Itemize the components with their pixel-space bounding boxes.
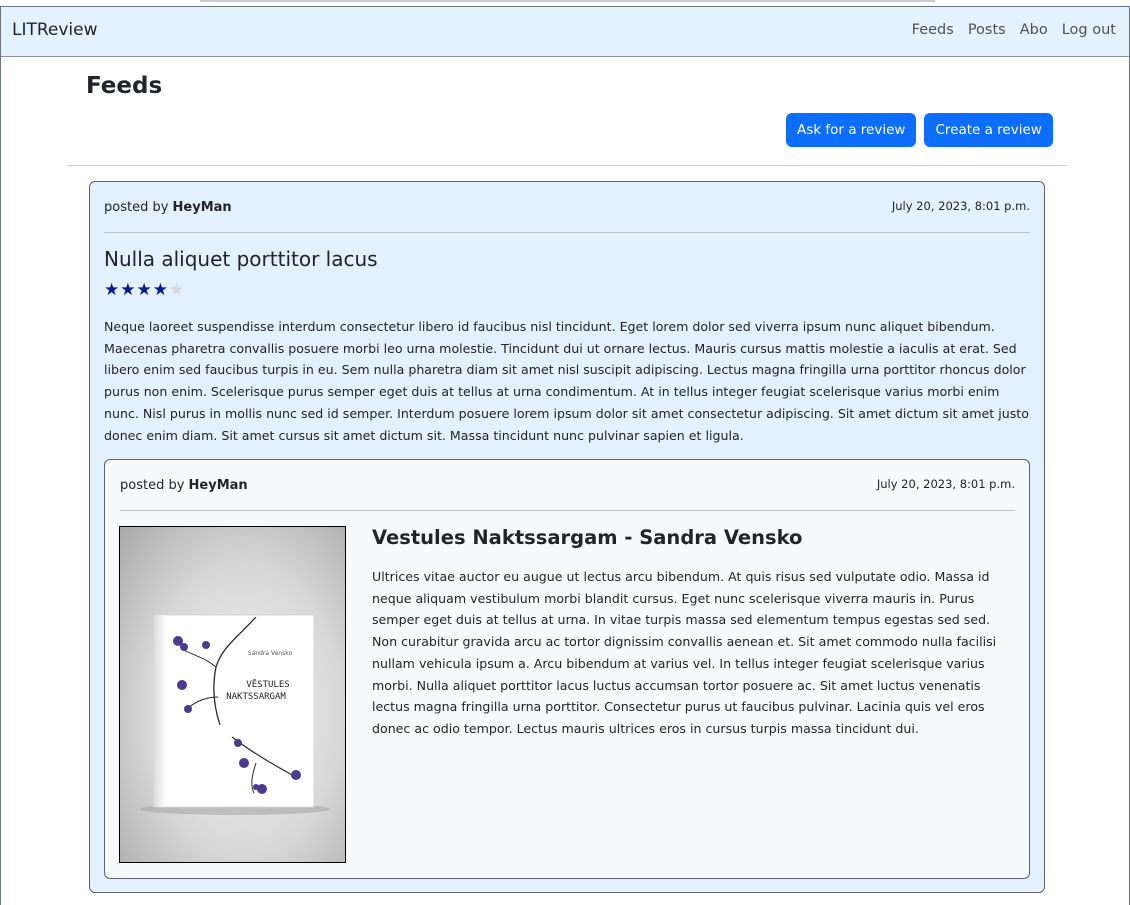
create-review-button[interactable]: Create a review (924, 113, 1053, 147)
star-icon: ★ (104, 280, 120, 300)
book-cover-author-text: Sandra Vensko (248, 650, 293, 657)
ask-review-button[interactable]: Ask for a review (786, 113, 917, 147)
review-date: July 20, 2023, 8:01 p.m. (891, 199, 1030, 213)
ticket-description: Ultrices vitae auctor eu augue ut lectus… (372, 569, 997, 736)
nav-link-posts[interactable]: Posts (968, 22, 1006, 38)
book-cover-title-line2: NAKTSSARGAM (226, 692, 286, 702)
ticket-author: HeyMan (188, 478, 248, 493)
nav-link-abo[interactable]: Abo (1020, 22, 1048, 38)
review-body: Neque laoreet suspendisse interdum conse… (104, 319, 1029, 443)
page-title: Feeds (86, 73, 163, 99)
book-cover-illustration: Sandra Vensko VĒSTULES NAKTSSARGAM (140, 614, 330, 815)
review-divider (104, 232, 1030, 233)
ticket-date: July 20, 2023, 8:01 p.m. (876, 477, 1015, 491)
review-title: Nulla aliquet porttitor lacus (104, 247, 378, 271)
review-posted-by-prefix: posted by (104, 200, 169, 215)
ticket-title: Vestules Naktssargam - Sandra Vensko (372, 526, 803, 549)
star-icon: ★ (169, 280, 185, 300)
navbar: LITReview Feeds Posts Abo Log out (1, 7, 1129, 57)
review-posted-by: posted by HeyMan (104, 200, 232, 215)
review-card: posted by HeyMan July 20, 2023, 8:01 p.m… (89, 181, 1045, 893)
window-top-strip (200, 0, 935, 2)
feed-actions: Ask for a review Create a review (786, 113, 1053, 147)
star-icon: ★ (120, 280, 136, 300)
book-cover-title-line1: VĒSTULES (246, 679, 289, 690)
nav-link-feeds[interactable]: Feeds (912, 22, 954, 38)
star-icon: ★ (136, 280, 152, 300)
ticket-divider (120, 510, 1015, 511)
star-icon: ★ (152, 280, 168, 300)
ticket-posted-by: posted by HeyMan (120, 478, 248, 493)
book-cover-image: Sandra Vensko VĒSTULES NAKTSSARGAM (119, 526, 346, 863)
ticket-card: posted by HeyMan July 20, 2023, 8:01 p.m… (104, 459, 1030, 879)
brand-logo[interactable]: LITReview (12, 20, 98, 40)
header-divider (67, 165, 1067, 166)
review-rating: ★ ★ ★ ★ ★ (104, 281, 184, 299)
nav-link-logout[interactable]: Log out (1062, 22, 1116, 38)
nav-links: Feeds Posts Abo Log out (912, 22, 1116, 38)
ticket-posted-by-prefix: posted by (120, 478, 185, 493)
review-author: HeyMan (172, 200, 232, 215)
